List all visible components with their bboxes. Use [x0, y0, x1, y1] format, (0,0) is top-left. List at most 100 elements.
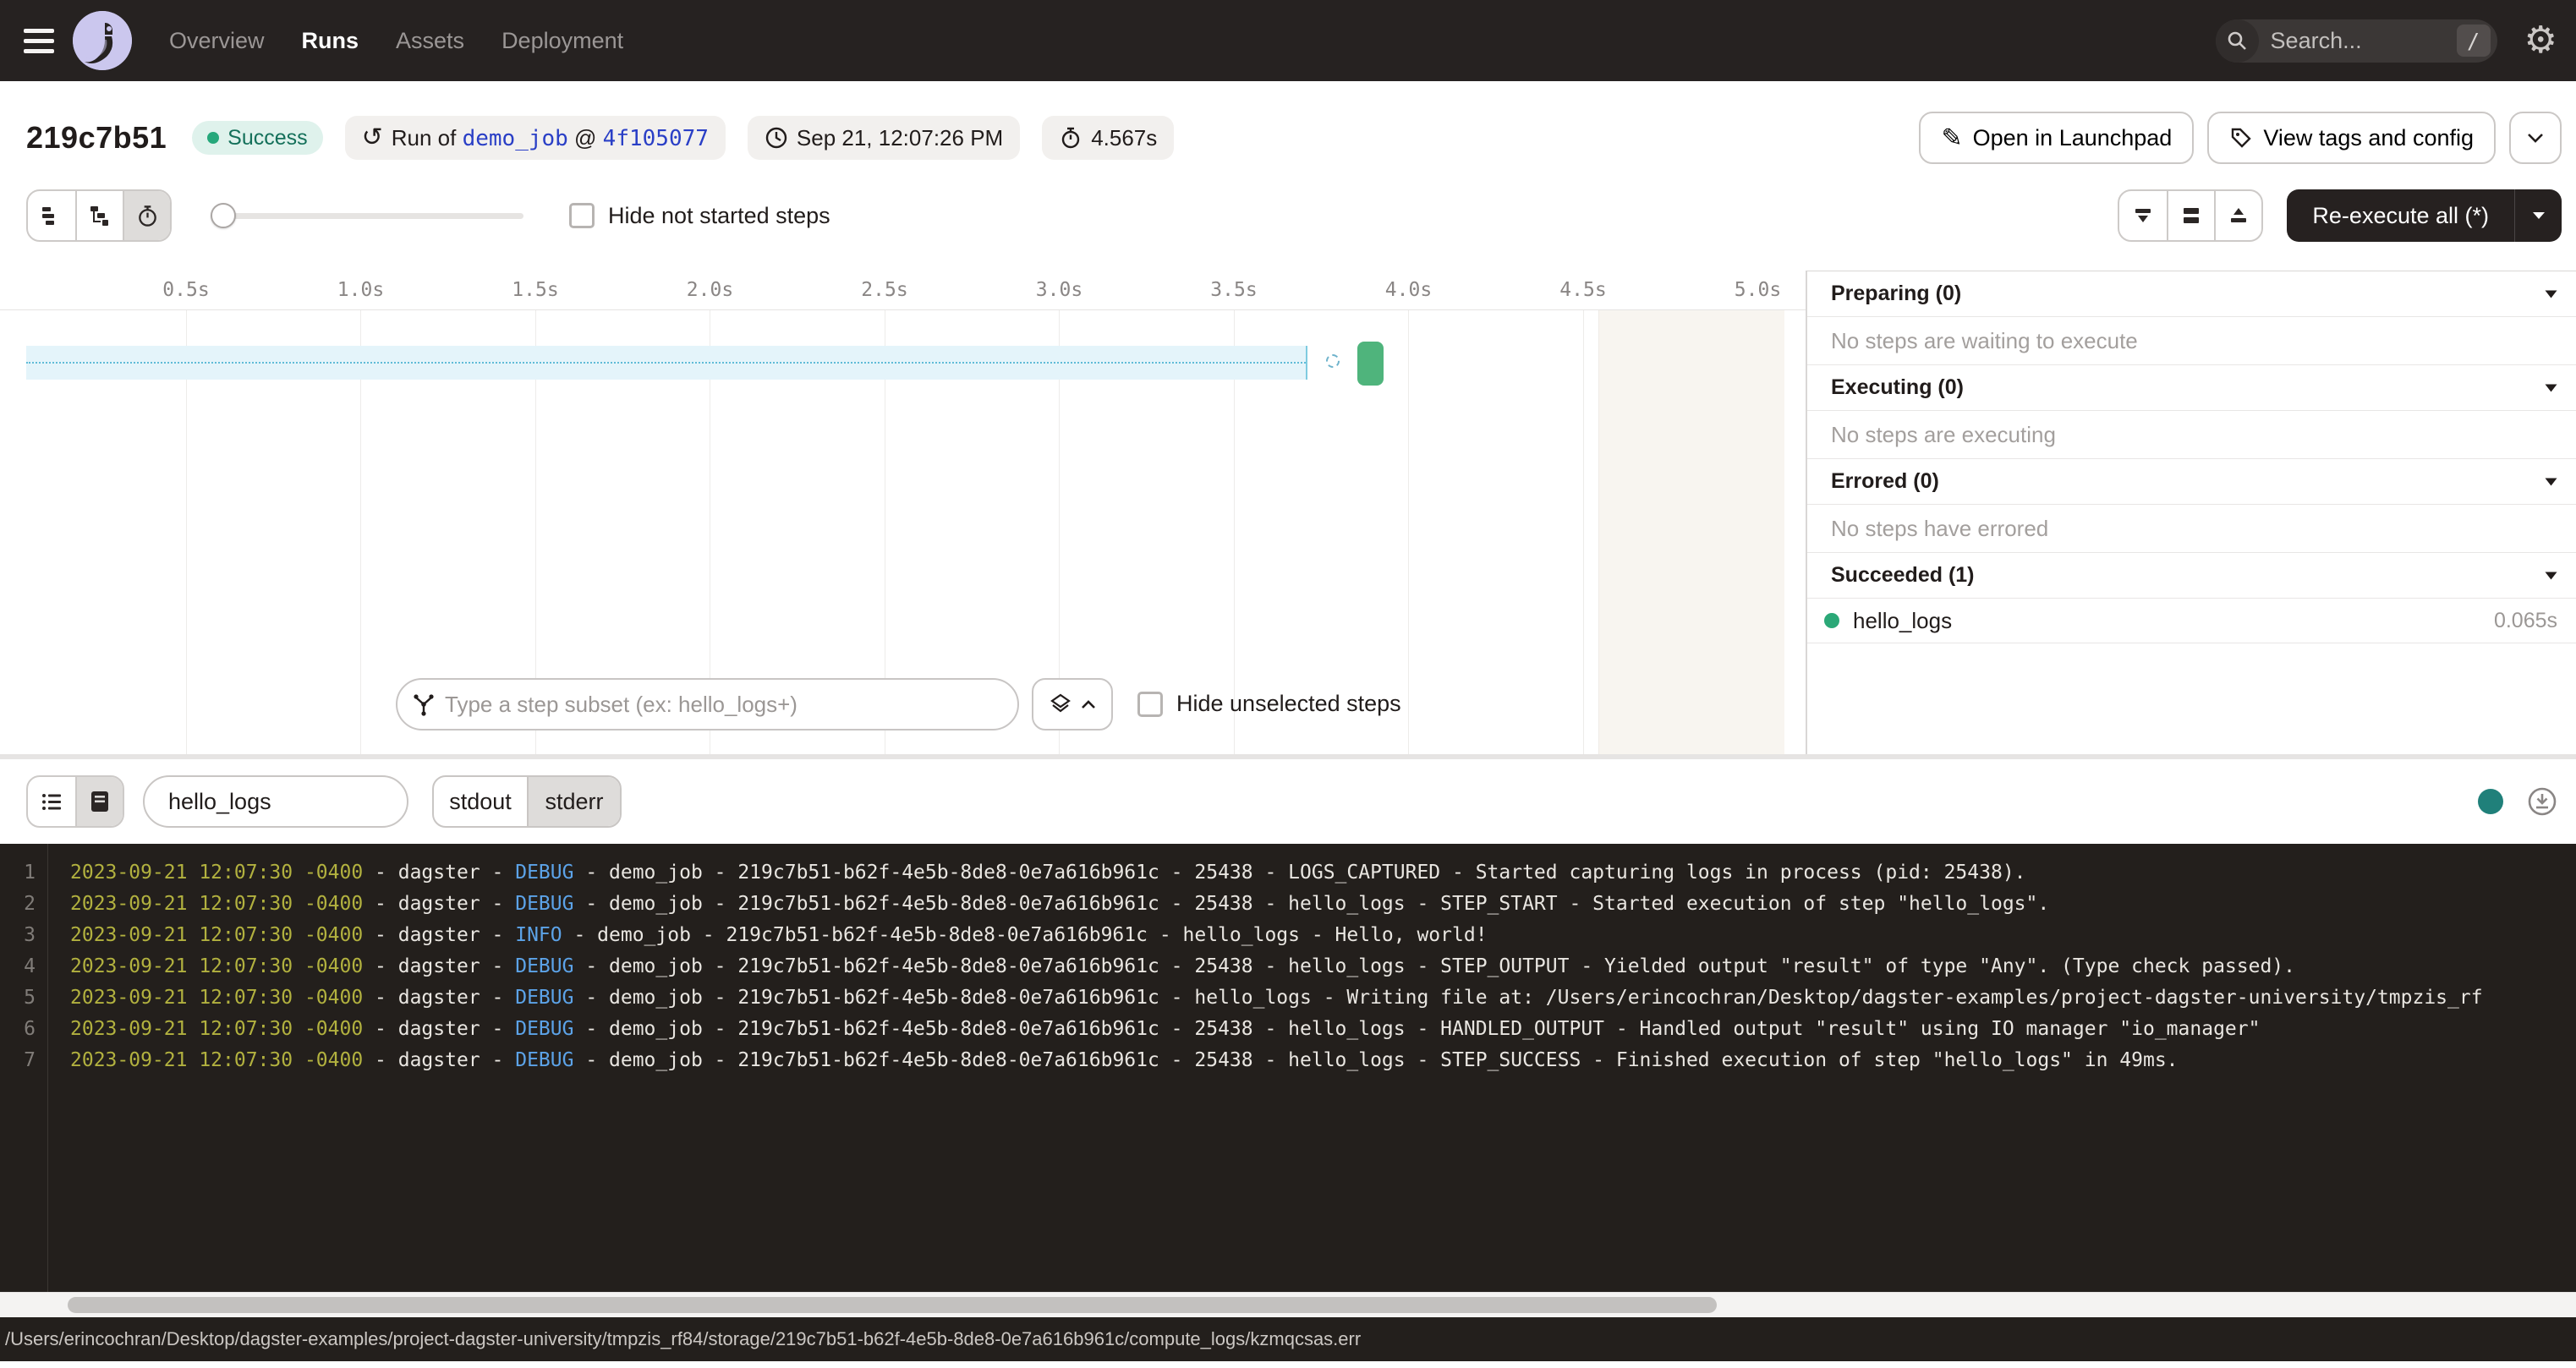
primary-nav: Overview Runs Assets Deployment [169, 28, 623, 54]
panel-section-errored[interactable]: Errored (0) [1807, 459, 2576, 505]
pencil-icon: ✎ [1941, 123, 1962, 153]
raw-log-icon[interactable] [75, 777, 123, 826]
tag-icon [2229, 126, 2253, 150]
panel-empty-preparing: No steps are waiting to execute [1807, 317, 2576, 365]
gantt-time-axis: 0.5s1.0s1.5s2.0s2.5s3.0s3.5s4.0s4.5s5.0s [0, 271, 1806, 310]
view-mode-waterfall-icon[interactable] [75, 191, 123, 240]
log-line: 12023-09-21 12:07:30 -0400 - dagster - D… [0, 857, 2576, 889]
step-bar-hello-logs[interactable] [1357, 342, 1384, 386]
run-id-title: 219c7b51 [26, 120, 167, 156]
view-tags-config-button[interactable]: View tags and config [2207, 112, 2496, 164]
panel-step-row-hello-logs[interactable]: hello_logs 0.065s [1807, 599, 2576, 643]
header-more-actions-button[interactable] [2509, 112, 2562, 164]
timestamp-pill: Sep 21, 12:07:26 PM [748, 116, 1020, 160]
run-header: 219c7b51 Success ↺ Run of demo_job @ 4f1… [0, 81, 2576, 164]
collapse-up-icon[interactable] [2214, 191, 2261, 240]
panel-section-preparing[interactable]: Preparing (0) [1807, 271, 2576, 317]
panel-empty-errored: No steps have errored [1807, 505, 2576, 553]
search-placeholder: Search... [2271, 28, 2457, 54]
graph-query-toggle-button[interactable] [1032, 678, 1113, 731]
axis-tick: 3.0s [1036, 279, 1082, 301]
log-line: 32023-09-21 12:07:30 -0400 - dagster - I… [0, 920, 2576, 951]
tab-stdout[interactable]: stdout [434, 777, 527, 826]
scrollbar-thumb[interactable] [68, 1297, 1717, 1313]
nav-item-deployment[interactable]: Deployment [501, 28, 623, 54]
collapse-down-icon[interactable] [2119, 191, 2167, 240]
gantt-chart: 0.5s1.0s1.5s2.0s2.5s3.0s3.5s4.0s4.5s5.0s [0, 271, 1806, 754]
dagster-logo-icon[interactable] [73, 11, 132, 70]
hide-unselected-checkbox[interactable] [1137, 692, 1163, 717]
settings-gear-icon[interactable]: ⚙ [2524, 22, 2557, 59]
step-subset-input-wrap [396, 678, 1019, 731]
step-subset-input[interactable] [445, 692, 1009, 718]
panel-section-executing[interactable]: Executing (0) [1807, 365, 2576, 411]
log-horizontal-scrollbar[interactable] [0, 1292, 2576, 1317]
step-waiting-marker-icon [1326, 354, 1340, 368]
view-mode-timed-icon[interactable] [123, 191, 170, 240]
re-execute-dropdown-caret[interactable] [2514, 189, 2562, 242]
slider-knob[interactable] [211, 203, 236, 228]
split-even-icon[interactable] [2167, 191, 2214, 240]
gantt-footer: Hide unselected steps [0, 678, 1806, 732]
caret-down-icon [2545, 384, 2557, 392]
caret-down-icon [2545, 290, 2557, 298]
gantt-body: Hide unselected steps [0, 310, 1806, 754]
view-mode-flat-icon[interactable] [28, 191, 75, 240]
axis-tick: 4.5s [1559, 279, 1606, 301]
axis-tick: 2.0s [687, 279, 733, 301]
layers-icon [1049, 692, 1072, 716]
status-dot-icon [207, 132, 219, 144]
log-view-mode-group [26, 775, 124, 828]
re-execute-all-button[interactable]: Re-execute all (*) [2287, 189, 2562, 242]
search-shortcut-key: / [2457, 25, 2491, 57]
log-line: 22023-09-21 12:07:30 -0400 - dagster - D… [0, 889, 2576, 920]
caret-down-icon [2545, 572, 2557, 580]
op-selector-icon [411, 692, 436, 717]
chevron-down-icon [2526, 132, 2545, 144]
axis-tick: 5.0s [1735, 279, 1781, 301]
structured-log-icon[interactable] [28, 777, 75, 826]
commit-link[interactable]: 4f105077 [603, 126, 709, 151]
capture-status-dot-icon [2478, 789, 2503, 814]
duration-pill: 4.567s [1042, 116, 1174, 160]
step-name: hello_logs [1853, 608, 1952, 634]
hide-unselected-label: Hide unselected steps [1176, 691, 1401, 717]
axis-tick: 4.0s [1385, 279, 1432, 301]
open-in-launchpad-button[interactable]: ✎ Open in Launchpad [1919, 112, 2194, 164]
log-filter-input[interactable]: hello_logs [143, 775, 408, 828]
log-line: 72023-09-21 12:07:30 -0400 - dagster - D… [0, 1045, 2576, 1076]
chevron-up-icon [1081, 699, 1096, 709]
caret-down-icon [2545, 478, 2557, 486]
nav-item-runs[interactable]: Runs [302, 28, 359, 54]
nav-item-overview[interactable]: Overview [169, 28, 265, 54]
history-icon: ↺ [362, 125, 383, 150]
axis-tick: 3.5s [1210, 279, 1257, 301]
stopwatch-icon [1059, 126, 1082, 150]
hide-not-started-checkbox[interactable] [569, 203, 595, 228]
clock-icon [765, 126, 788, 150]
search-input[interactable]: Search... / [2216, 19, 2497, 63]
download-log-icon[interactable] [2527, 786, 2557, 817]
tab-stderr[interactable]: stderr [527, 777, 620, 826]
axis-tick: 1.0s [337, 279, 384, 301]
job-name-link[interactable]: demo_job [463, 126, 568, 151]
log-file-path-bar: /Users/erincochran/Desktop/dagster-examp… [0, 1317, 2576, 1361]
log-toolbar: hello_logs stdout stderr [0, 759, 2576, 844]
axis-tick: 1.5s [512, 279, 558, 301]
log-file-path: /Users/erincochran/Desktop/dagster-examp… [5, 1328, 1361, 1350]
nav-item-assets[interactable]: Assets [396, 28, 464, 54]
gantt-zoom-slider[interactable] [211, 203, 523, 228]
gantt-toolbar: Hide not started steps Re-execute all (*… [0, 189, 2576, 242]
panel-section-succeeded[interactable]: Succeeded (1) [1807, 553, 2576, 599]
log-line: 42023-09-21 12:07:30 -0400 - dagster - D… [0, 951, 2576, 982]
axis-tick: 0.5s [162, 279, 209, 301]
run-of-pill: ↺ Run of demo_job @ 4f105077 [345, 116, 726, 160]
hide-not-started-label: Hide not started steps [608, 203, 830, 229]
log-line: 62023-09-21 12:07:30 -0400 - dagster - D… [0, 1014, 2576, 1045]
raw-log-output[interactable]: 12023-09-21 12:07:30 -0400 - dagster - D… [0, 844, 2576, 1292]
log-line: 52023-09-21 12:07:30 -0400 - dagster - D… [0, 982, 2576, 1014]
hamburger-menu-icon[interactable] [5, 0, 73, 81]
status-badge: Success [192, 121, 322, 155]
top-nav: Overview Runs Assets Deployment Search..… [0, 0, 2576, 81]
panel-split-group [2118, 189, 2263, 242]
